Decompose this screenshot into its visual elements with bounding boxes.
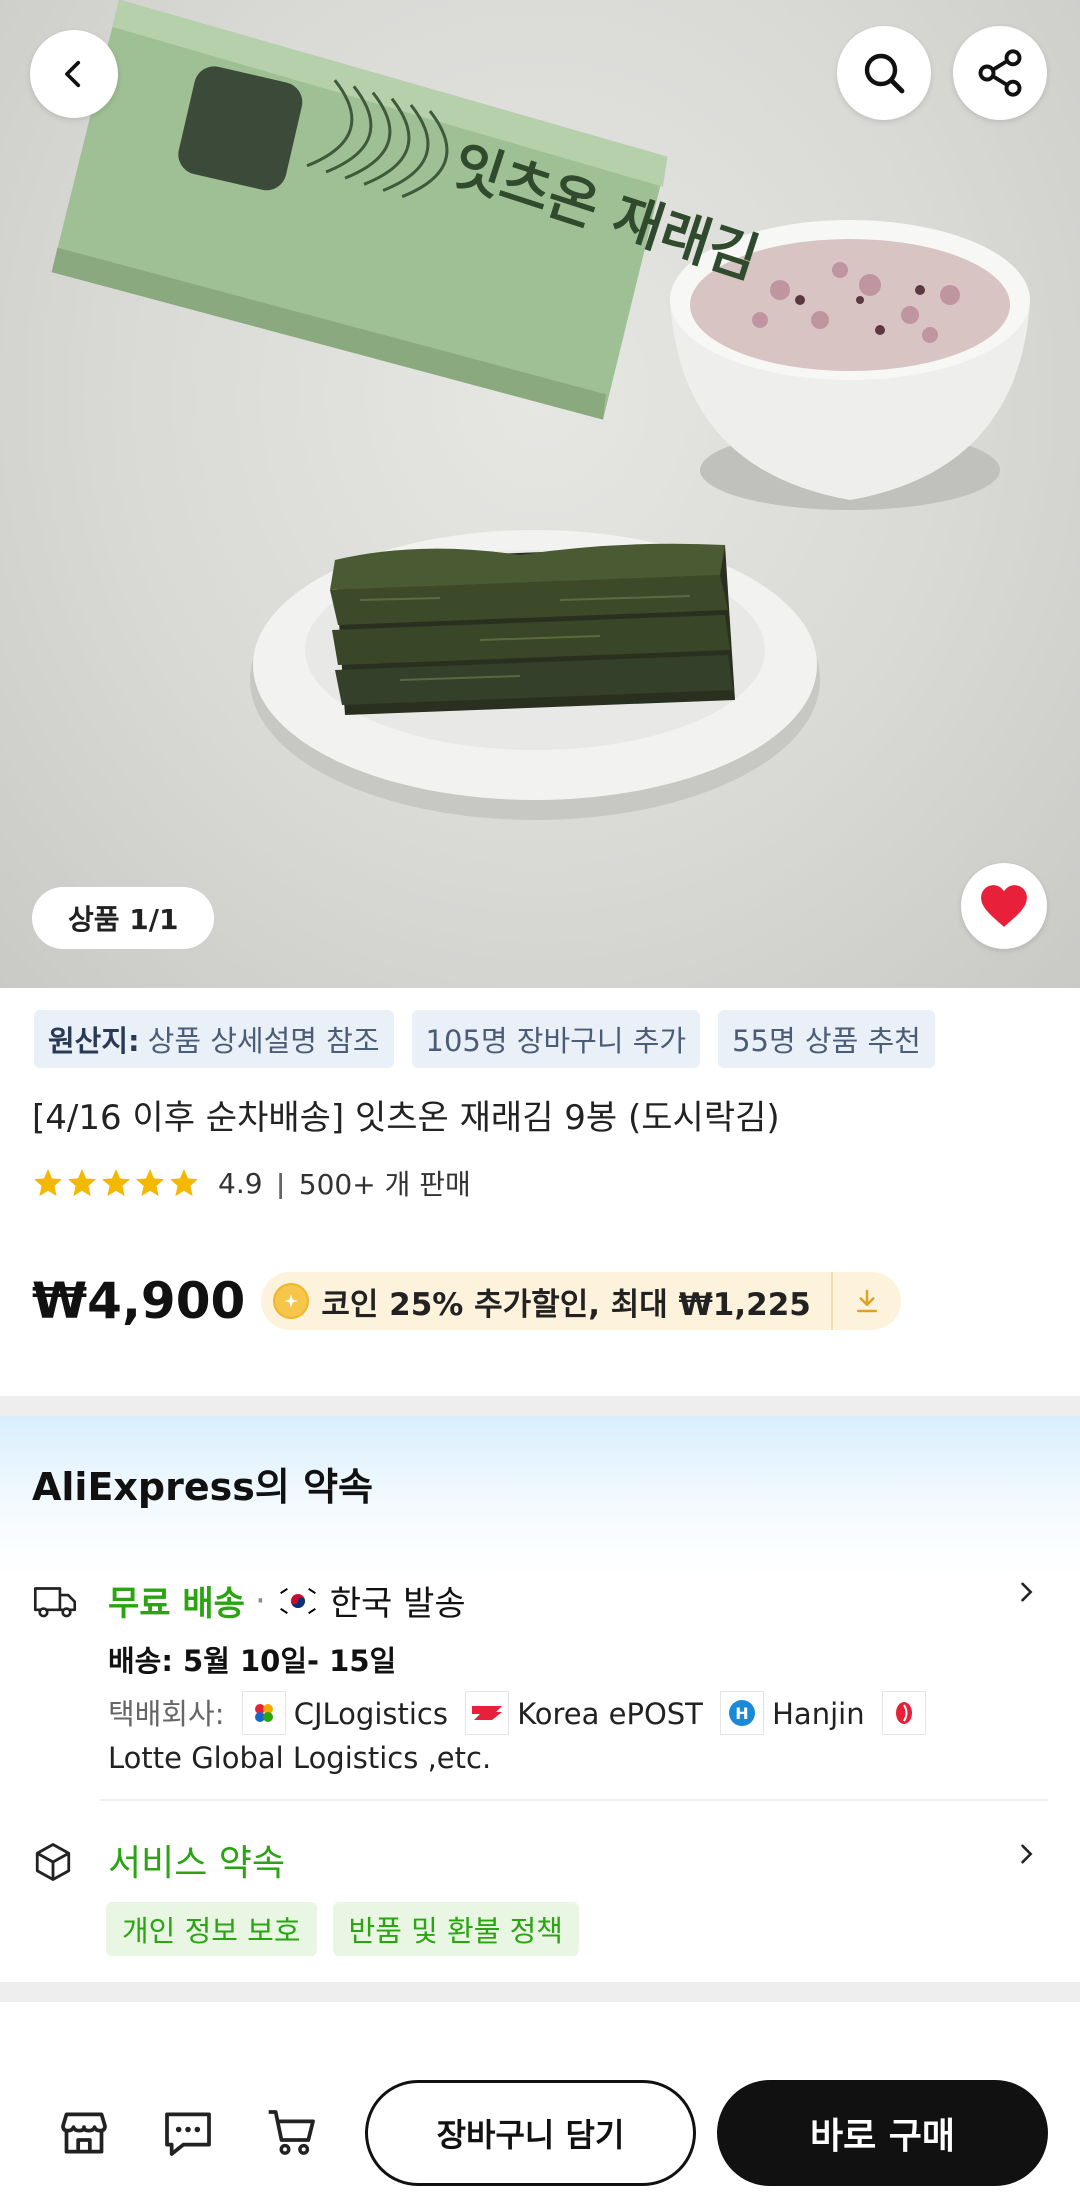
separator: ǀ <box>276 1166 285 1200</box>
section-divider <box>0 1396 1080 1416</box>
origin-label: 원산지: <box>48 1024 140 1058</box>
carrier-label: 택배회사: <box>108 1697 225 1731</box>
service-box-icon <box>35 1843 71 1881</box>
ship-from: 한국 발송 <box>329 1584 466 1624</box>
star-icon <box>34 1169 62 1197</box>
service-promise-title[interactable]: 서비스 약속 <box>108 1834 285 1886</box>
price: ₩4,900 <box>32 1272 246 1330</box>
carrier-lotte: Lotte Global Logistics ,etc. <box>108 1741 492 1775</box>
rating-row[interactable]: 4.9 ǀ 500+ 개 판매 <box>32 1163 471 1203</box>
add-to-cart-button[interactable]: 장바구니 담기 <box>365 2080 696 2186</box>
back-arrow-icon <box>65 60 81 88</box>
section-divider <box>0 1982 1080 2002</box>
star-icon <box>102 1169 130 1197</box>
svg-text:H: H <box>735 1704 748 1723</box>
lotte-logo-icon <box>881 1691 926 1735</box>
product-tags: 원산지: 상품 상세설명 참조 105명 장바구니 추가 55명 상품 추천 <box>34 1010 935 1068</box>
coin-icon <box>273 1283 310 1319</box>
coupon-download-button[interactable] <box>830 1272 901 1330</box>
store-icon[interactable] <box>56 2105 112 2161</box>
separator-dot: · <box>254 1580 266 1621</box>
back-button[interactable] <box>30 30 118 118</box>
korea-post-logo-icon <box>465 1691 510 1735</box>
chevron-right-icon[interactable] <box>1012 1578 1040 1606</box>
coin-coupon[interactable]: 코인 25% 추가할인, 최대 ₩1,225 <box>261 1272 901 1330</box>
rating-stars <box>32 1167 200 1199</box>
bottom-action-bar: 장바구니 담기 바로 구매 <box>0 2060 1080 2210</box>
image-counter: 상품 1/1 <box>32 887 215 949</box>
recommend-count-text: 55명 상품 추천 <box>732 1024 921 1058</box>
cart-icon[interactable] <box>264 2105 320 2161</box>
search-icon <box>864 53 905 94</box>
aliexpress-promise: AliExpress의 약속 무료 배송 · 한국 발송 배송: 5월 10일-… <box>0 1416 1080 1982</box>
carrier-korea-post: Korea ePOST <box>517 1697 703 1731</box>
heart-icon <box>981 885 1027 927</box>
search-button[interactable] <box>837 26 931 120</box>
coupon-text: 코인 25% 추가할인, 최대 ₩1,225 <box>321 1286 811 1323</box>
star-icon <box>68 1169 96 1197</box>
cart-count-text: 105명 장바구니 추가 <box>425 1024 687 1058</box>
delivery-date: 배송: 5월 10일- 15일 <box>108 1644 397 1678</box>
share-icon <box>978 49 1022 97</box>
rating-value: 4.9 <box>218 1166 263 1200</box>
carrier-hanjin: Hanjin <box>772 1697 865 1731</box>
refund-policy-tag[interactable]: 반품 및 환불 정책 <box>332 1902 579 1956</box>
sold-count: 500+ 개 판매 <box>298 1168 471 1201</box>
product-title: [4/16 이후 순차배송] 잇츠온 재래김 9봉 (도시락김) <box>32 1098 780 1138</box>
buy-now-button[interactable]: 바로 구매 <box>717 2080 1048 2186</box>
shipping-summary[interactable]: 무료 배송 · 한국 발송 <box>108 1576 466 1625</box>
origin-tag: 원산지: 상품 상세설명 참조 <box>34 1010 394 1068</box>
cart-count-tag: 105명 장바구니 추가 <box>411 1010 701 1068</box>
hanjin-logo-icon: H <box>720 1691 765 1735</box>
carrier-cj: CJLogistics <box>293 1697 448 1731</box>
share-button[interactable] <box>953 26 1047 120</box>
star-icon <box>170 1169 198 1197</box>
product-photo: 잇츠온 재래김 <box>51 0 1030 820</box>
divider <box>100 1799 1048 1801</box>
chevron-right-icon[interactable] <box>1012 1840 1040 1868</box>
cj-logo-icon <box>241 1691 286 1735</box>
product-page: 잇츠온 재래김 상품 1/1 원산지: 상품 상세설명 참조 105명 장바구니… <box>0 0 1080 2210</box>
free-shipping-label: 무료 배송 <box>108 1584 245 1624</box>
carrier-list: 택배회사: CJLogistics Korea ePOST H Hanjin L… <box>108 1691 968 1778</box>
product-image[interactable]: 잇츠온 재래김 상품 1/1 <box>0 0 1080 988</box>
chat-icon[interactable] <box>160 2105 216 2161</box>
truck-icon <box>33 1587 77 1618</box>
download-icon <box>856 1289 877 1313</box>
wishlist-button[interactable] <box>961 863 1047 949</box>
korea-flag-icon <box>275 1585 320 1616</box>
privacy-tag[interactable]: 개인 정보 보호 <box>106 1902 317 1956</box>
star-icon <box>136 1169 164 1197</box>
promise-title: AliExpress의 약속 <box>32 1465 373 1509</box>
price-row: ₩4,900 코인 25% 추가할인, 최대 ₩1,225 <box>32 1272 901 1330</box>
recommend-count-tag: 55명 상품 추천 <box>718 1010 935 1068</box>
service-tags: 개인 정보 보호 반품 및 환불 정책 <box>106 1902 579 1956</box>
origin-value: 상품 상세설명 참조 <box>147 1024 380 1058</box>
